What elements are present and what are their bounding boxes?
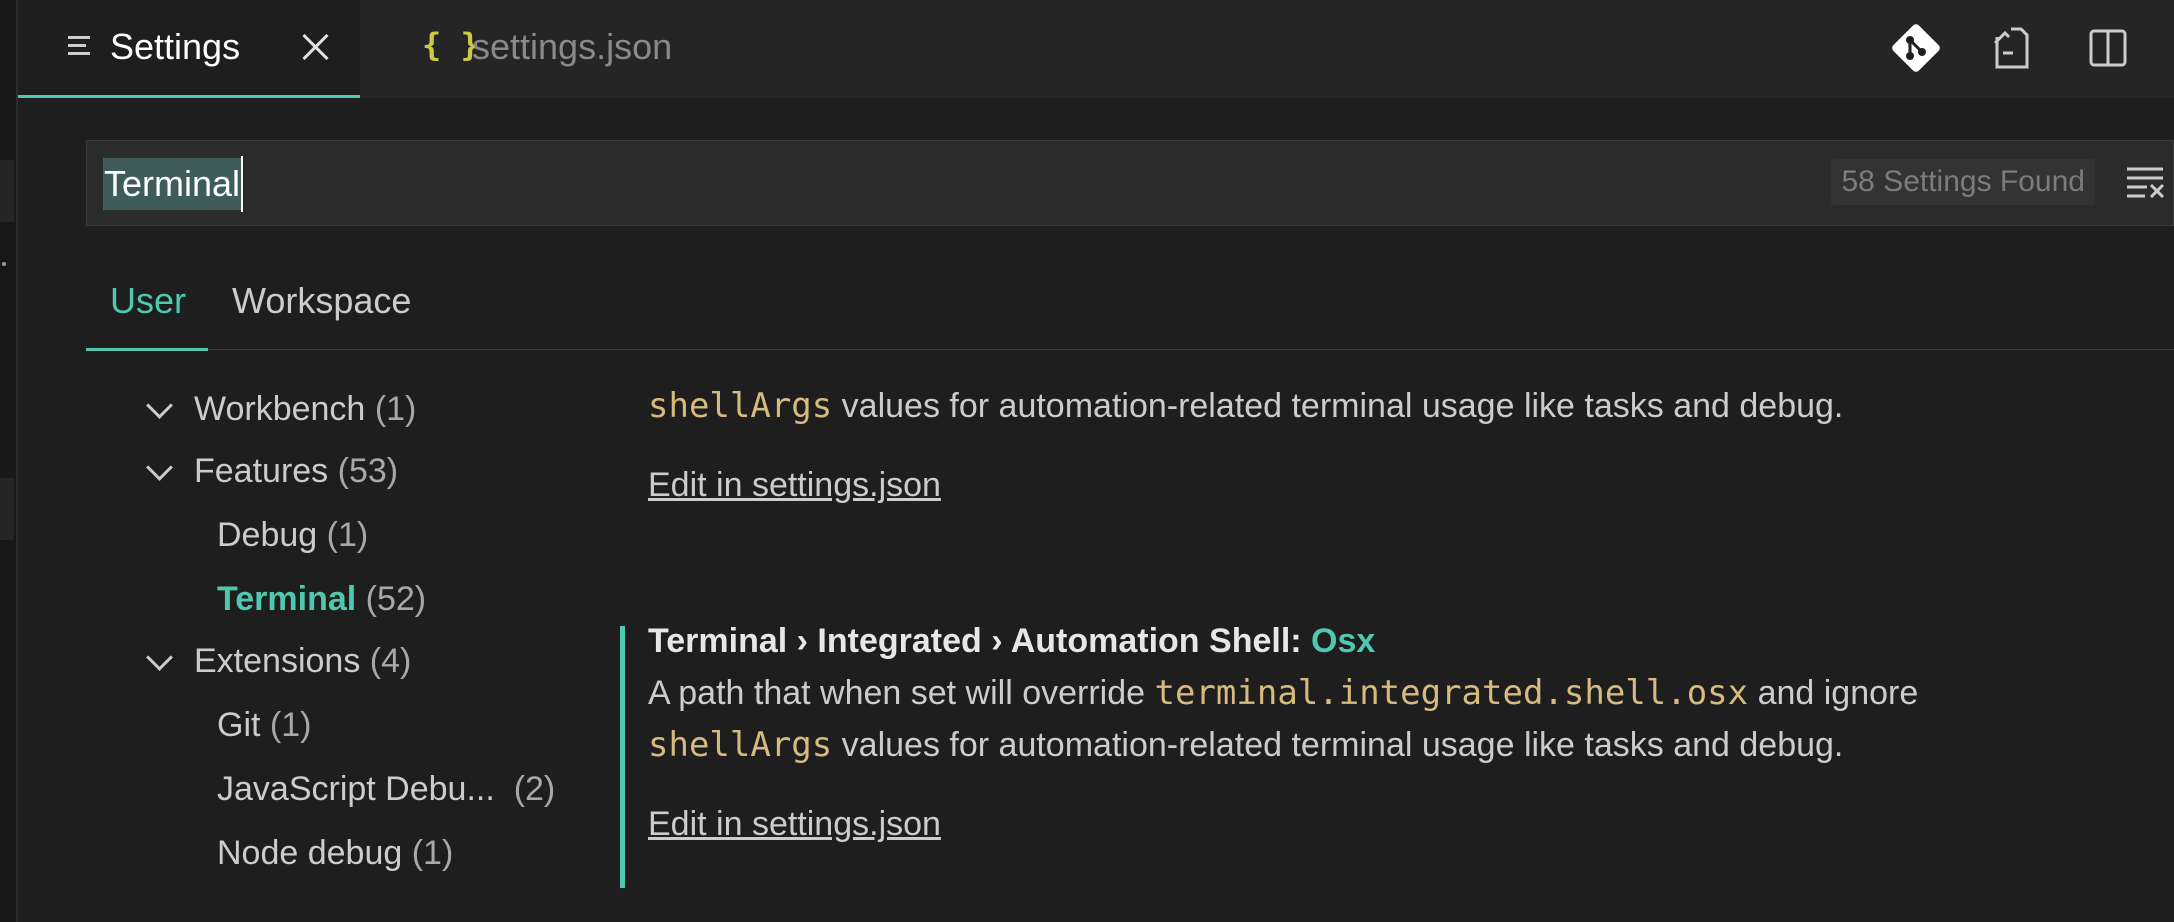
split-editor-icon[interactable]: [2082, 22, 2134, 74]
open-file-icon[interactable]: [1986, 22, 2038, 74]
setting-title-key: Osx: [1311, 622, 1376, 660]
lines-icon: [68, 36, 94, 62]
settings-search[interactable]: Terminal 58 Settings Found: [86, 140, 2174, 226]
setting-description: A path that when set will override termi…: [648, 667, 2168, 771]
focused-setting-indicator: [620, 626, 625, 888]
search-input[interactable]: Terminal: [103, 155, 244, 213]
toc-item-node-debug[interactable]: Node debug (1): [217, 834, 453, 873]
toc-label: Terminal: [217, 580, 357, 618]
clear-filter-icon[interactable]: [2125, 165, 2165, 201]
settings-editor-window: Settings { } settings.json Terminal 58 S…: [0, 0, 2174, 922]
toc-label: Git: [217, 706, 261, 744]
search-query: Terminal: [103, 158, 242, 210]
toc-label: Extensions: [194, 642, 361, 680]
chevron-down-icon: [146, 648, 172, 674]
close-icon[interactable]: [298, 30, 332, 64]
active-tab-indicator: [86, 348, 208, 351]
toc-count: (2): [513, 770, 556, 808]
text-caret: [241, 156, 244, 212]
toc-count: (1): [374, 390, 417, 428]
editor-tab-bar: Settings { } settings.json: [18, 0, 2174, 98]
setting-title: Terminal › Integrated › Automation Shell…: [648, 622, 2168, 661]
toc-count: (1): [326, 516, 369, 554]
code-snippet: terminal.integrated.shell.osx: [1154, 673, 1749, 713]
code-snippet: shellArgs: [648, 725, 833, 765]
toc-item-git[interactable]: Git (1): [217, 706, 311, 745]
tab-user[interactable]: User: [110, 280, 186, 322]
description-text: values for automation-related terminal u…: [832, 387, 1844, 425]
setting-item-automation-shell-osx: Terminal › Integrated › Automation Shell…: [648, 622, 2168, 844]
git-compare-icon[interactable]: [1890, 22, 1942, 74]
toc-item-javascript-debugger[interactable]: JavaScript Debu... (2): [217, 770, 555, 809]
edit-in-settings-json-link[interactable]: Edit in settings.json: [648, 466, 941, 504]
activity-strip: [0, 0, 18, 922]
description-text: values for automation-related terminal u…: [832, 726, 1844, 764]
description-text: A path that when set will override: [648, 674, 1155, 712]
toc-count: (52): [365, 580, 427, 618]
settings-scope-tabs: User Workspace: [86, 262, 2174, 351]
tab-settings-json-label: settings.json: [472, 26, 673, 67]
toc-label: Node debug: [217, 834, 403, 872]
tab-settings-label: Settings: [110, 26, 241, 67]
chevron-down-icon: [146, 396, 172, 422]
activity-item[interactable]: [0, 478, 14, 540]
setting-description: shellArgs values for automation-related …: [648, 380, 2168, 432]
setting-item-previous: shellArgs values for automation-related …: [648, 380, 2168, 505]
code-snippet: shellArgs: [648, 386, 833, 426]
chevron-down-icon: [146, 458, 172, 484]
description-text: and ignore: [1748, 674, 1919, 712]
tab-settings[interactable]: Settings: [18, 0, 360, 98]
results-count-badge: 58 Settings Found: [1831, 159, 2095, 205]
setting-title-prefix: Terminal › Integrated › Automation Shell…: [648, 622, 1312, 660]
toc-count: (53): [337, 452, 399, 490]
toc-count: (1): [411, 834, 454, 872]
tab-workspace[interactable]: Workspace: [232, 280, 411, 322]
toc-label: Debug: [217, 516, 318, 554]
activity-dot: [2, 262, 6, 266]
toc-label: Features: [194, 452, 329, 490]
activity-item[interactable]: [0, 160, 14, 222]
toc-label: JavaScript Debu...: [217, 770, 495, 808]
toc-item-debug[interactable]: Debug (1): [217, 516, 368, 555]
tab-settings-json[interactable]: { } settings.json: [360, 0, 690, 98]
editor-actions: [1890, 22, 2134, 74]
toc-count: (1): [269, 706, 312, 744]
toc-label: Workbench: [194, 390, 366, 428]
edit-in-settings-json-link[interactable]: Edit in settings.json: [648, 805, 941, 843]
toc-item-terminal[interactable]: Terminal (52): [217, 580, 426, 619]
toc-count: (4): [369, 642, 412, 680]
